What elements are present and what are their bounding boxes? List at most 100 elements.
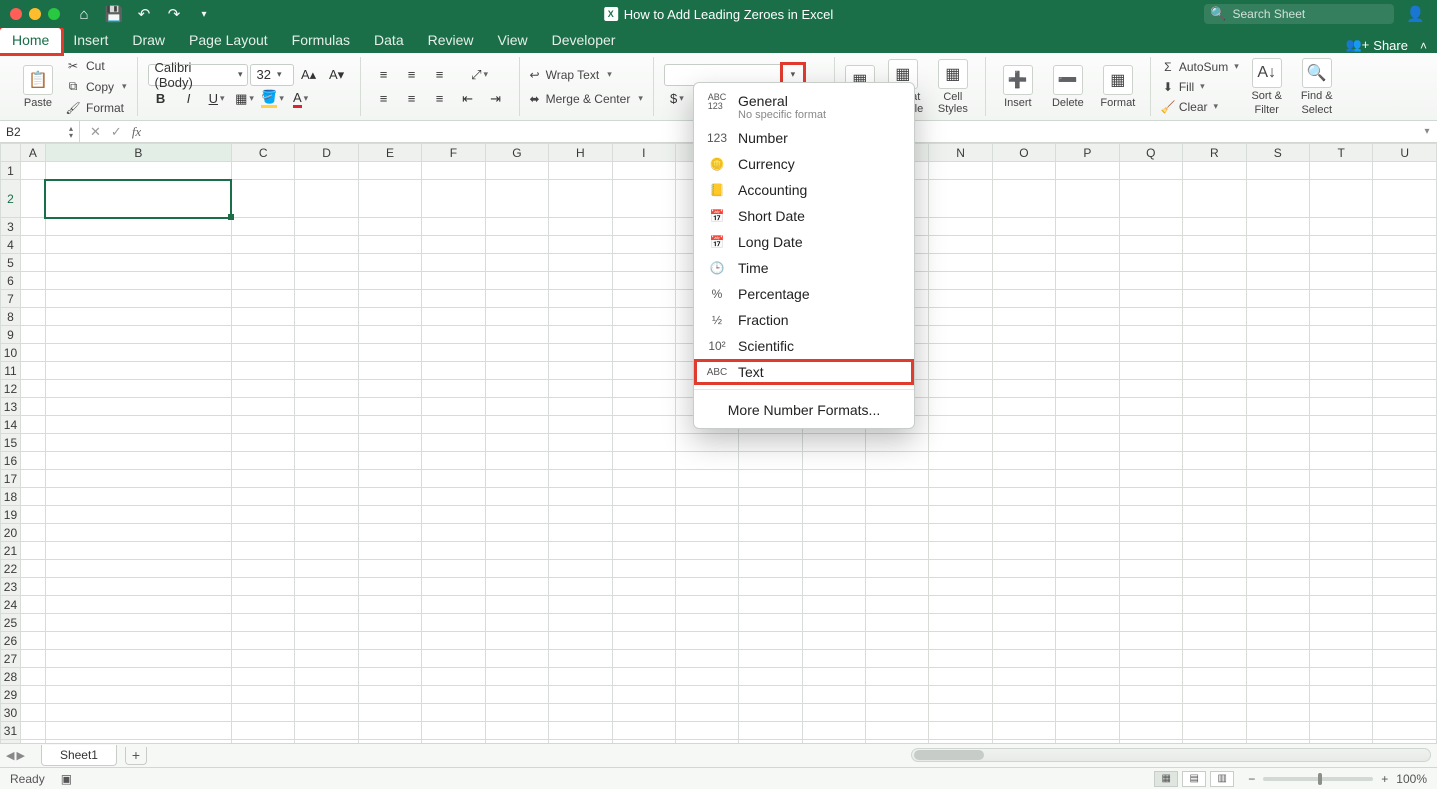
cell[interactable] xyxy=(45,162,231,180)
cell[interactable] xyxy=(612,452,675,470)
cell[interactable] xyxy=(45,524,231,542)
cell[interactable] xyxy=(929,380,992,398)
cell[interactable] xyxy=(422,218,485,236)
cell[interactable] xyxy=(422,308,485,326)
cell[interactable] xyxy=(549,398,612,416)
cell[interactable] xyxy=(422,614,485,632)
cell[interactable] xyxy=(612,398,675,416)
cell[interactable] xyxy=(675,722,738,740)
cell[interactable] xyxy=(1183,162,1246,180)
cell[interactable] xyxy=(295,180,358,218)
row-header[interactable]: 25 xyxy=(1,614,21,632)
cell[interactable] xyxy=(992,434,1055,452)
cell[interactable] xyxy=(549,560,612,578)
cell[interactable] xyxy=(929,722,992,740)
cell[interactable] xyxy=(422,326,485,344)
cell[interactable] xyxy=(992,162,1055,180)
cell[interactable] xyxy=(485,180,548,218)
cell[interactable] xyxy=(1183,596,1246,614)
cell[interactable] xyxy=(612,180,675,218)
cell[interactable] xyxy=(929,686,992,704)
cell[interactable] xyxy=(1056,254,1119,272)
cell[interactable] xyxy=(929,434,992,452)
format-long-date-item[interactable]: 📅Long Date xyxy=(694,229,914,255)
cell[interactable] xyxy=(992,236,1055,254)
cell[interactable] xyxy=(485,344,548,362)
column-header[interactable]: R xyxy=(1183,144,1246,162)
cell[interactable] xyxy=(295,452,358,470)
cell[interactable] xyxy=(231,308,294,326)
cell[interactable] xyxy=(549,308,612,326)
cell[interactable] xyxy=(295,290,358,308)
cell[interactable] xyxy=(45,452,231,470)
cell[interactable] xyxy=(231,362,294,380)
cell[interactable] xyxy=(1056,398,1119,416)
cell[interactable] xyxy=(295,470,358,488)
cell[interactable] xyxy=(422,452,485,470)
cell[interactable] xyxy=(358,614,421,632)
cell[interactable] xyxy=(20,236,45,254)
cell[interactable] xyxy=(45,398,231,416)
cell[interactable] xyxy=(549,272,612,290)
cell[interactable] xyxy=(1056,722,1119,740)
cell[interactable] xyxy=(929,398,992,416)
cell[interactable] xyxy=(1056,704,1119,722)
cell[interactable] xyxy=(929,362,992,380)
cell[interactable] xyxy=(20,470,45,488)
redo-icon[interactable]: ↷ xyxy=(166,6,182,22)
cell[interactable] xyxy=(739,596,802,614)
cell[interactable] xyxy=(1246,578,1309,596)
cell[interactable] xyxy=(1056,686,1119,704)
row-header[interactable]: 16 xyxy=(1,452,21,470)
cell[interactable] xyxy=(612,632,675,650)
format-text-item[interactable]: ABCText xyxy=(694,359,914,385)
cell[interactable] xyxy=(1183,578,1246,596)
cell[interactable] xyxy=(739,668,802,686)
align-bottom-icon[interactable]: ≡ xyxy=(427,64,453,86)
cell[interactable] xyxy=(1309,596,1372,614)
cell[interactable] xyxy=(1119,488,1182,506)
cell[interactable] xyxy=(1119,452,1182,470)
cell[interactable] xyxy=(1119,560,1182,578)
cell[interactable] xyxy=(1119,578,1182,596)
cell[interactable] xyxy=(1373,434,1437,452)
cell[interactable] xyxy=(1309,290,1372,308)
cell[interactable] xyxy=(612,686,675,704)
copy-button[interactable]: ⧉Copy▾ xyxy=(66,78,127,96)
cell[interactable] xyxy=(1056,488,1119,506)
cell[interactable] xyxy=(1373,162,1437,180)
cell[interactable] xyxy=(549,542,612,560)
cell[interactable] xyxy=(422,344,485,362)
cell[interactable] xyxy=(1246,218,1309,236)
cell[interactable] xyxy=(1373,236,1437,254)
cell[interactable] xyxy=(992,596,1055,614)
cell[interactable] xyxy=(358,236,421,254)
cell[interactable] xyxy=(45,308,231,326)
column-header[interactable]: B xyxy=(45,144,231,162)
cell[interactable] xyxy=(1373,686,1437,704)
cell[interactable] xyxy=(612,344,675,362)
cell[interactable] xyxy=(1246,632,1309,650)
cell[interactable] xyxy=(992,578,1055,596)
cell[interactable] xyxy=(929,308,992,326)
column-header[interactable]: N xyxy=(929,144,992,162)
cell[interactable] xyxy=(1309,722,1372,740)
align-right-icon[interactable]: ≡ xyxy=(427,88,453,110)
format-currency-item[interactable]: 🪙Currency xyxy=(694,151,914,177)
cell[interactable] xyxy=(1056,596,1119,614)
cell[interactable] xyxy=(1246,614,1309,632)
cell[interactable] xyxy=(45,668,231,686)
tab-developer[interactable]: Developer xyxy=(540,28,628,53)
cell[interactable] xyxy=(231,506,294,524)
cell[interactable] xyxy=(358,434,421,452)
cell[interactable] xyxy=(992,344,1055,362)
cell[interactable] xyxy=(20,560,45,578)
cell[interactable] xyxy=(422,668,485,686)
name-box[interactable]: B2 ▴▾ xyxy=(0,121,80,142)
cell[interactable] xyxy=(1119,218,1182,236)
cell[interactable] xyxy=(549,326,612,344)
cell[interactable] xyxy=(295,236,358,254)
cell[interactable] xyxy=(1183,290,1246,308)
cell[interactable] xyxy=(1056,218,1119,236)
cell[interactable] xyxy=(20,308,45,326)
